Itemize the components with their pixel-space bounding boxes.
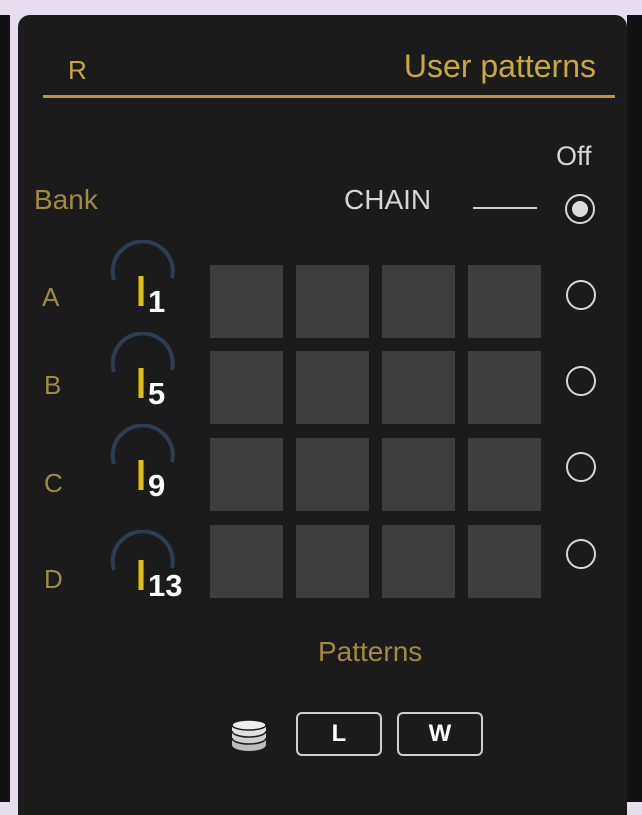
header-divider	[43, 95, 615, 98]
patterns-label: Patterns	[318, 636, 423, 667]
bank-a-knob[interactable]: 1	[104, 240, 184, 319]
row-c-radio[interactable]	[566, 452, 596, 482]
pattern-pad-a2[interactable]	[296, 265, 369, 338]
left-adjacent-panel	[0, 15, 10, 802]
pattern-pad-b1[interactable]	[210, 351, 283, 424]
chain-connector-line	[473, 207, 537, 209]
bank-label: Bank	[34, 184, 98, 215]
pattern-pad-c2[interactable]	[296, 438, 369, 511]
knob-value: 9	[148, 468, 166, 503]
channel-label: R	[68, 55, 87, 85]
knob-dial	[110, 240, 175, 306]
knob-dial	[110, 332, 175, 398]
bank-letter-c: C	[44, 468, 63, 498]
bank-letter-b: B	[44, 370, 62, 400]
stack-icon[interactable]	[230, 719, 268, 754]
bank-letter-a: A	[42, 282, 60, 312]
pattern-pad-d3[interactable]	[382, 525, 455, 598]
pattern-pad-b2[interactable]	[296, 351, 369, 424]
write-button[interactable]: W	[397, 712, 483, 756]
off-label: Off	[556, 141, 592, 171]
pattern-pad-d4[interactable]	[468, 525, 541, 598]
knob-value: 5	[148, 376, 166, 411]
pattern-pad-a3[interactable]	[382, 265, 455, 338]
chain-radio[interactable]	[565, 194, 595, 224]
pattern-pad-a1[interactable]	[210, 265, 283, 338]
bank-letter-d: D	[44, 564, 63, 594]
window-top-strip	[0, 0, 642, 15]
row-b-radio[interactable]	[566, 366, 596, 396]
pattern-pad-c1[interactable]	[210, 438, 283, 511]
pattern-pad-b4[interactable]	[468, 351, 541, 424]
bank-c-knob[interactable]: 9	[104, 424, 184, 503]
panel-title: User patterns	[403, 48, 596, 84]
pattern-pad-d1[interactable]	[210, 525, 283, 598]
pattern-pad-b3[interactable]	[382, 351, 455, 424]
right-adjacent-panel	[627, 15, 642, 802]
pattern-pad-c4[interactable]	[468, 438, 541, 511]
row-d-radio[interactable]	[566, 539, 596, 569]
load-button[interactable]: L	[296, 712, 382, 756]
knob-value: 13	[148, 568, 183, 603]
chain-label: CHAIN	[344, 184, 432, 215]
pattern-pad-a4[interactable]	[468, 265, 541, 338]
pattern-pad-c3[interactable]	[382, 438, 455, 511]
pattern-pad-d2[interactable]	[296, 525, 369, 598]
bank-d-knob[interactable]: 13	[104, 530, 184, 603]
knob-value: 1	[148, 284, 166, 319]
row-a-radio[interactable]	[566, 280, 596, 310]
knob-dial	[110, 424, 175, 490]
bank-b-knob[interactable]: 5	[104, 332, 184, 411]
